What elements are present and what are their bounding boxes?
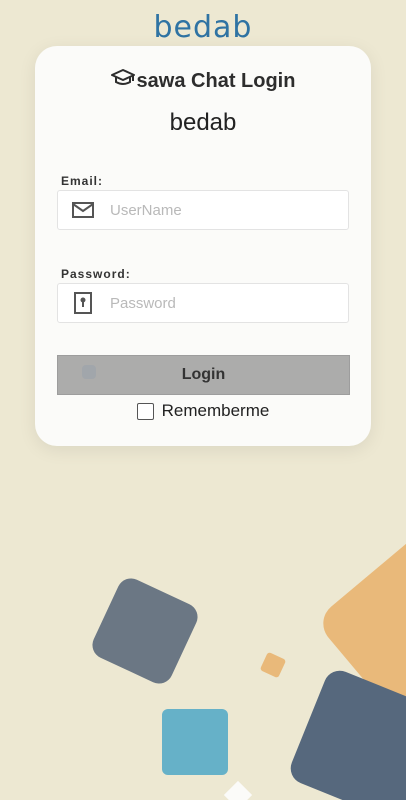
email-label: Email: [61, 174, 104, 188]
envelope-icon [58, 202, 108, 218]
login-title-text: sawa Chat Login [136, 69, 296, 92]
login-button-label: Login [181, 366, 226, 383]
small-orange-shape [260, 652, 286, 678]
email-field-container [57, 190, 349, 230]
remember-me-checkbox[interactable] [136, 402, 154, 420]
slate-shape [92, 578, 198, 684]
login-card: sawa Chat Login bedab Email: Password: L… [35, 46, 371, 446]
brand-logo: bedab [153, 10, 253, 45]
keyhole-icon [58, 292, 108, 314]
remember-me-label: Rememberme [161, 401, 270, 420]
login-subtitle: bedab [169, 109, 237, 136]
remember-me: Rememberme [35, 401, 371, 421]
background-shapes [92, 533, 406, 800]
graduation-cap-icon [110, 68, 135, 94]
password-input[interactable] [108, 293, 332, 313]
password-field-container [57, 283, 349, 323]
email-input[interactable] [108, 200, 332, 220]
teal-shape [162, 709, 228, 775]
button-dot [82, 365, 96, 379]
login-button[interactable]: Login [57, 355, 350, 395]
login-title: sawa Chat Login [35, 68, 371, 94]
password-label: Password: [61, 267, 131, 281]
white-shape [223, 780, 253, 800]
